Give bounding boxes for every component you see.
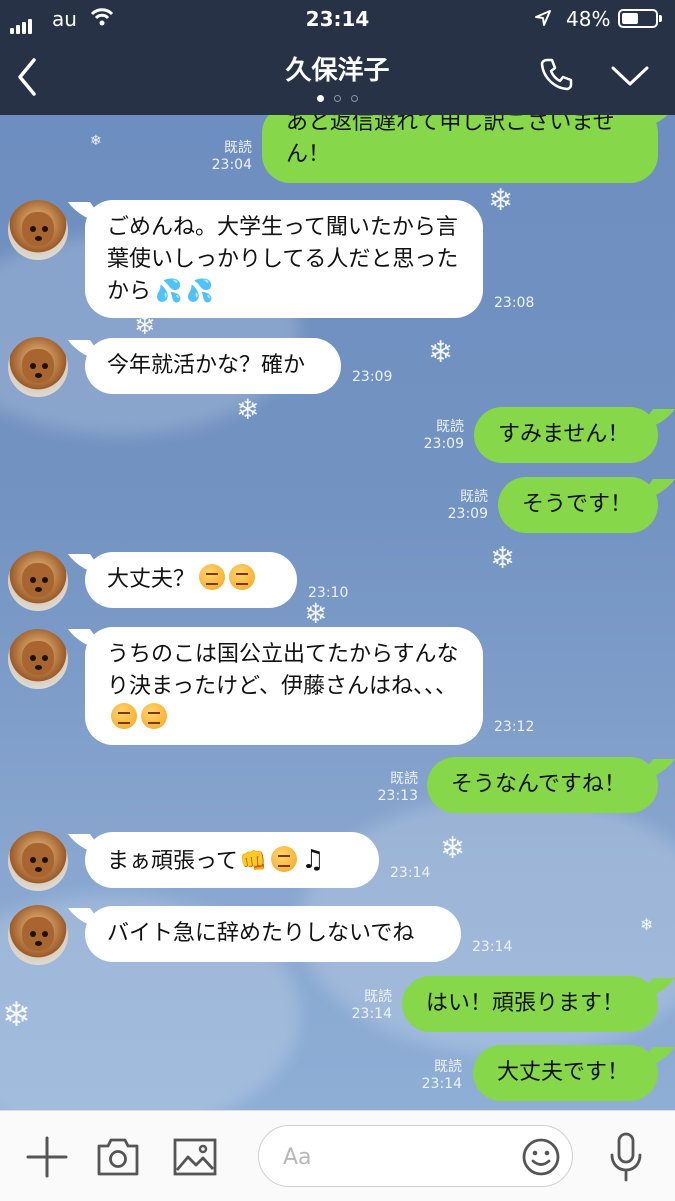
message-text: あと返信遅れて申し訳ございません！ [286,115,615,167]
message-bubble-outgoing[interactable]: そうなんですね！ [427,757,658,813]
dizzy-face-emoji-icon [199,564,226,590]
phone-icon[interactable] [538,56,574,92]
battery-percent: 48% [566,7,611,31]
message-time: 23:04 [211,157,252,173]
message-meta: 既読 23:14 [340,989,392,1023]
message-bubble-outgoing[interactable]: 大丈夫です！ [473,1045,658,1101]
message-text: はい！頑張ります！ [426,991,625,1016]
message-bubble-incoming[interactable]: 大丈夫？ [85,552,297,608]
snowflake-icon: ❄ [428,335,454,370]
microphone-icon[interactable] [608,1131,644,1183]
message-text: 大丈夫です！ [497,1060,630,1085]
message-bubble-outgoing[interactable]: そうです！ [498,477,658,533]
message-text: そうです！ [522,492,633,517]
top-bar: au 23:14 48% 久保洋子 [0,0,675,115]
message-bubble-outgoing[interactable]: あと返信遅れて申し訳ございません！ [262,115,658,183]
message-text: そうなんですね！ [451,772,626,797]
message-meta: 既読 23:09 [412,419,464,453]
avatar[interactable] [8,905,68,965]
fist-emoji-icon: 👊 [239,849,268,874]
sweat-droplets-icon: 💦 [186,279,214,304]
battery-tip [659,15,662,22]
music-note-icon: ♫ [301,845,325,875]
message-meta: 既読 23:14 [410,1059,462,1093]
chevron-down-icon[interactable] [610,64,650,88]
message-time: 23:14 [472,939,513,955]
avatar[interactable] [8,831,68,891]
message-bubble-incoming[interactable]: ごめんね。大学生って聞いたから言葉使いしっかりしてる人だと思ったから 💦 💦 [85,200,483,318]
message-bubble-incoming[interactable]: バイト急に辞めたりしないでね [85,906,461,962]
message-text: すみません！ [498,422,630,447]
message-text: 大丈夫？ [107,567,196,592]
dizzy-face-emoji-icon [229,564,256,590]
read-receipt: 既読 [390,771,418,787]
read-receipt: 既読 [436,419,464,435]
message-time: 23:12 [494,719,535,735]
message-time: 23:14 [390,865,431,881]
message-time: 23:08 [494,295,535,311]
camera-icon[interactable] [96,1137,140,1177]
sweat-droplets-icon: 💦 [155,279,183,304]
message-bubble-outgoing[interactable]: はい！頑張ります！ [402,976,658,1032]
snowflake-icon: ❄ [488,183,514,218]
message-bubble-incoming[interactable]: うちのこは国公立出てたからすんなり決まったけど、伊藤さんはね、、、 [85,627,483,745]
page-indicator [0,95,675,102]
avatar[interactable] [8,200,68,260]
message-bubble-incoming[interactable]: 今年就活かな？確か [85,338,341,394]
read-receipt: 既読 [460,489,488,505]
snowflake-icon: ❄ [640,915,654,934]
battery-icon [618,9,658,28]
message-time: 23:09 [447,506,488,522]
avatar[interactable] [8,551,68,611]
chat-area[interactable]: ❄ ❄ ❄ ❄ ❄ ❄ ❄ ❄ ❄ ❄ 既読 23:04 あと返信遅れて申し訳ご… [0,115,675,1110]
snowflake-icon: ❄ [2,995,31,1035]
message-time: 23:09 [352,369,393,385]
message-meta: 既読 23:13 [366,771,418,805]
message-text: うちのこは国公立出てたからすんなり決まったけど、伊藤さんはね、、、 [107,642,459,699]
read-receipt: 既読 [434,1059,462,1075]
message-time: 23:10 [308,585,349,601]
message-time: 23:13 [377,788,418,804]
persevering-face-emoji-icon [141,703,167,729]
message-text: まぁ頑張って [107,849,238,874]
message-input-field[interactable] [258,1125,573,1187]
message-bubble-outgoing[interactable]: すみません！ [474,407,658,463]
message-time: 23:14 [351,1006,392,1022]
message-text: 今年就活かな？確か [107,353,306,378]
avatar[interactable] [8,629,68,689]
read-receipt: 既読 [224,140,252,156]
emoji-icon[interactable] [521,1137,561,1177]
snowflake-icon: ❄ [440,831,466,866]
message-time: 23:14 [421,1076,462,1092]
avatar[interactable] [8,337,68,397]
message-input[interactable] [281,1140,505,1174]
message-text: バイト急に辞めたりしないでね [107,921,415,946]
message-input-bar [0,1110,675,1201]
plus-icon[interactable] [26,1136,68,1178]
status-bar: au 23:14 48% [0,0,675,38]
snowflake-icon: ❄ [90,133,102,149]
message-bubble-incoming[interactable]: まぁ頑張って👊 ♫ [85,832,379,888]
read-receipt: 既読 [364,989,392,1005]
message-time: 23:09 [423,436,464,452]
image-icon[interactable] [173,1138,217,1176]
laughing-face-emoji-icon [271,846,298,872]
message-meta: 既読 23:04 [200,140,252,174]
message-meta: 既読 23:09 [436,489,488,523]
snowflake-icon: ❄ [490,541,516,576]
snowflake-icon: ❄ [236,393,260,426]
location-arrow-icon [535,10,551,26]
persevering-face-emoji-icon [111,703,137,729]
